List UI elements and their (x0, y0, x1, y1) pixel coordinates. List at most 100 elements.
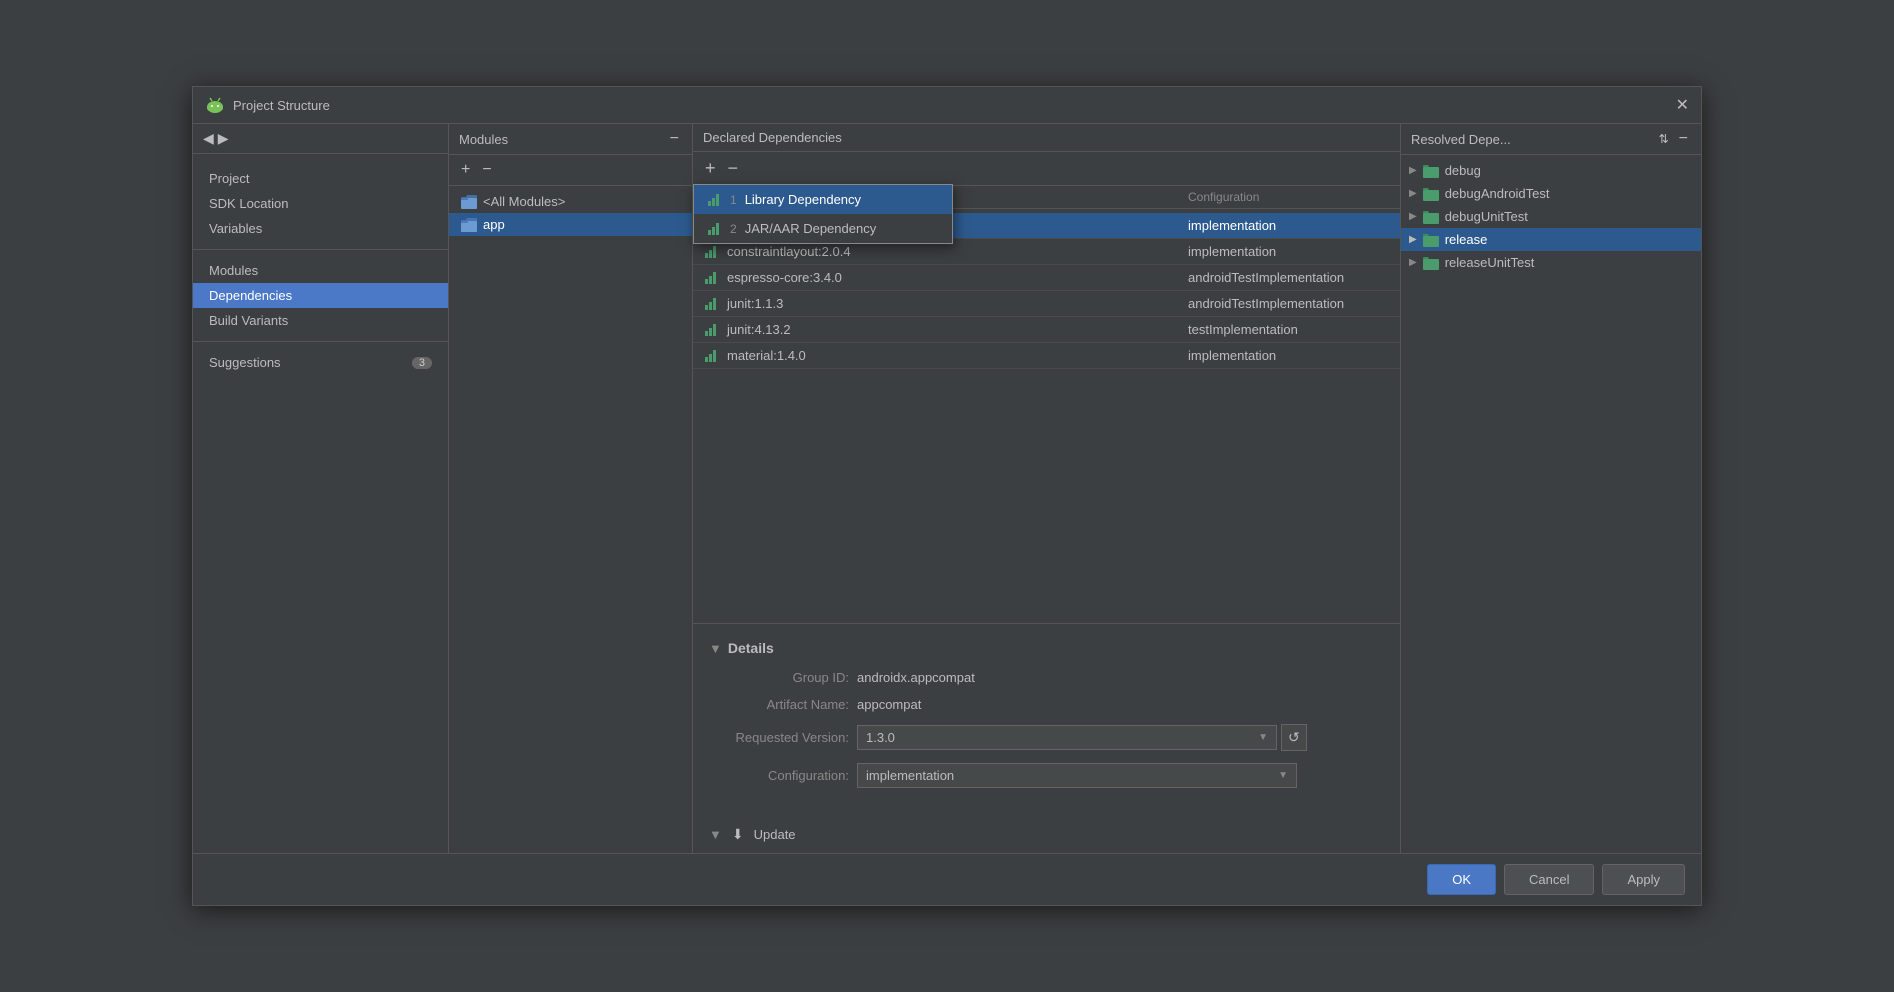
resolved-item-label: debugUnitTest (1445, 209, 1528, 224)
declared-panel-inner: appcompat:1.3.0 implementation constrain… (693, 209, 1400, 853)
dep-row-material[interactable]: material:1.4.0 implementation (693, 343, 1400, 369)
sidebar-item-modules[interactable]: Modules (193, 258, 448, 283)
modules-toolbar: + − (449, 155, 692, 186)
resolved-minimize-btn[interactable]: − (1676, 130, 1691, 148)
declared-remove-btn[interactable]: − (724, 156, 743, 181)
sidebar-item-build-variants[interactable]: Build Variants (193, 308, 448, 333)
details-version-input: 1.3.0 ▼ ↺ (857, 724, 1307, 751)
dropdown-library-dep[interactable]: 1 Library Dependency (694, 185, 952, 214)
dep-bar-icon (705, 246, 719, 258)
dep-config: androidTestImplementation (1188, 296, 1388, 311)
details-group-id-label: Group ID: (709, 670, 849, 685)
folder-icon (461, 218, 477, 232)
close-button[interactable]: ✕ (1676, 95, 1689, 115)
resolved-debugandroidtest[interactable]: ▶ debugAndroidTest (1401, 182, 1701, 205)
dropdown-item-number: 1 (730, 193, 737, 207)
sidebar-item-variables[interactable]: Variables (193, 216, 448, 241)
module-app-label: app (483, 217, 505, 232)
declared-add-btn[interactable]: + (701, 156, 720, 181)
folder-icon (461, 195, 477, 209)
sidebar-item-suggestions[interactable]: Suggestions 3 (193, 350, 448, 375)
dep-config: implementation (1188, 348, 1388, 363)
modules-panel: Modules − + − (449, 124, 693, 853)
dep-bar-icon (705, 298, 719, 310)
resolved-item-label: release (1445, 232, 1488, 247)
add-dependency-dropdown: 1 Library Dependency 2 JAR/AAR Dependenc… (693, 184, 953, 244)
sidebar-item-project[interactable]: Project (193, 166, 448, 191)
version-refresh-btn[interactable]: ↺ (1281, 724, 1307, 751)
version-dropdown[interactable]: 1.3.0 ▼ (857, 725, 1277, 750)
modules-minimize-btn[interactable]: − (667, 130, 682, 148)
jaraar-icon (708, 223, 722, 235)
folder-icon-debugandroidtest (1423, 187, 1439, 201)
modules-panel-header: Modules − (449, 124, 692, 155)
config-value: implementation (866, 768, 954, 783)
dep-name: junit:4.13.2 (727, 322, 1180, 337)
module-app[interactable]: app (449, 213, 692, 236)
sidebar-item-label: Project (209, 171, 249, 186)
resolved-item-label: releaseUnitTest (1445, 255, 1535, 270)
forward-button[interactable]: ▶ (218, 130, 229, 147)
sidebar-item-label: Build Variants (209, 313, 288, 328)
sidebar-item-label: Modules (209, 263, 258, 278)
declared-toolbar: + − 1 Library Dependency (693, 152, 1400, 186)
details-title: Details (728, 640, 774, 656)
cancel-button[interactable]: Cancel (1504, 864, 1594, 895)
details-version-label: Requested Version: (709, 730, 849, 745)
dep-name: junit:1.1.3 (727, 296, 1180, 311)
dep-config: androidTestImplementation (1188, 270, 1388, 285)
dep-row-espresso[interactable]: espresso-core:3.4.0 androidTestImplement… (693, 265, 1400, 291)
details-collapse-arrow[interactable]: ▼ (709, 641, 722, 656)
folder-icon-releaseunittest (1423, 256, 1439, 270)
dep-col-config: Configuration (1188, 190, 1388, 204)
sidebar-item-sdk-location[interactable]: SDK Location (193, 191, 448, 216)
sidebar-divider (193, 249, 448, 250)
resolved-debugunittest[interactable]: ▶ debugUnitTest (1401, 205, 1701, 228)
details-config-row: Configuration: implementation ▼ (709, 763, 1384, 788)
module-all-modules[interactable]: <All Modules> (449, 190, 692, 213)
dep-row-junit113[interactable]: junit:1.1.3 androidTestImplementation (693, 291, 1400, 317)
dep-row-junit4132[interactable]: junit:4.13.2 testImplementation (693, 317, 1400, 343)
update-label: Update (754, 827, 796, 842)
modules-add-btn[interactable]: + (457, 159, 474, 181)
back-button[interactable]: ◀ (203, 130, 214, 147)
details-header: ▼ Details (709, 640, 1384, 656)
resolved-debug[interactable]: ▶ debug (1401, 159, 1701, 182)
expand-arrow: ▶ (1409, 211, 1417, 222)
folder-icon-release (1423, 233, 1439, 247)
sidebar-item-label: Dependencies (209, 288, 292, 303)
project-structure-dialog: Project Structure ✕ ◀ ▶ Project SDK Loca… (192, 86, 1702, 906)
dep-table: appcompat:1.3.0 implementation constrain… (693, 209, 1400, 623)
sidebar-item-label: Variables (209, 221, 262, 236)
sidebar-divider-2 (193, 341, 448, 342)
update-icon-btn[interactable]: ⬇ (728, 824, 748, 845)
ok-button[interactable]: OK (1427, 864, 1496, 895)
modules-title: Modules (459, 132, 508, 147)
apply-button[interactable]: Apply (1602, 864, 1685, 895)
update-section: ▼ ⬇ Update (693, 816, 1400, 853)
dropdown-jaraar-label: JAR/AAR Dependency (745, 221, 877, 236)
dialog-title: Project Structure (233, 98, 330, 113)
config-dropdown-arrow: ▼ (1278, 770, 1288, 781)
dep-bar-icon (705, 350, 719, 362)
dropdown-library-label: Library Dependency (745, 192, 861, 207)
modules-header-actions: − (667, 130, 682, 148)
resolved-release[interactable]: ▶ release (1401, 228, 1701, 251)
modules-remove-btn[interactable]: − (478, 159, 495, 181)
update-collapse-arrow[interactable]: ▼ (709, 827, 722, 842)
details-group-id-row: Group ID: androidx.appcompat (709, 670, 1384, 685)
resolved-releaseunittest[interactable]: ▶ releaseUnitTest (1401, 251, 1701, 274)
sidebar-item-dependencies[interactable]: Dependencies (193, 283, 448, 308)
version-dropdown-arrow: ▼ (1258, 732, 1268, 743)
expand-arrow: ▶ (1409, 234, 1417, 245)
expand-arrow: ▶ (1409, 257, 1417, 268)
expand-arrow: ▶ (1409, 165, 1417, 176)
declared-title: Declared Dependencies (703, 130, 842, 145)
suggestions-label: Suggestions (209, 355, 281, 370)
config-dropdown[interactable]: implementation ▼ (857, 763, 1297, 788)
details-version-row: Requested Version: 1.3.0 ▼ ↺ (709, 724, 1384, 751)
resolved-settings-btn[interactable]: ⇅ (1656, 132, 1672, 146)
dropdown-jaraar-dep[interactable]: 2 JAR/AAR Dependency (694, 214, 952, 243)
details-artifact-row: Artifact Name: appcompat (709, 697, 1384, 712)
dep-bar-icon (705, 272, 719, 284)
